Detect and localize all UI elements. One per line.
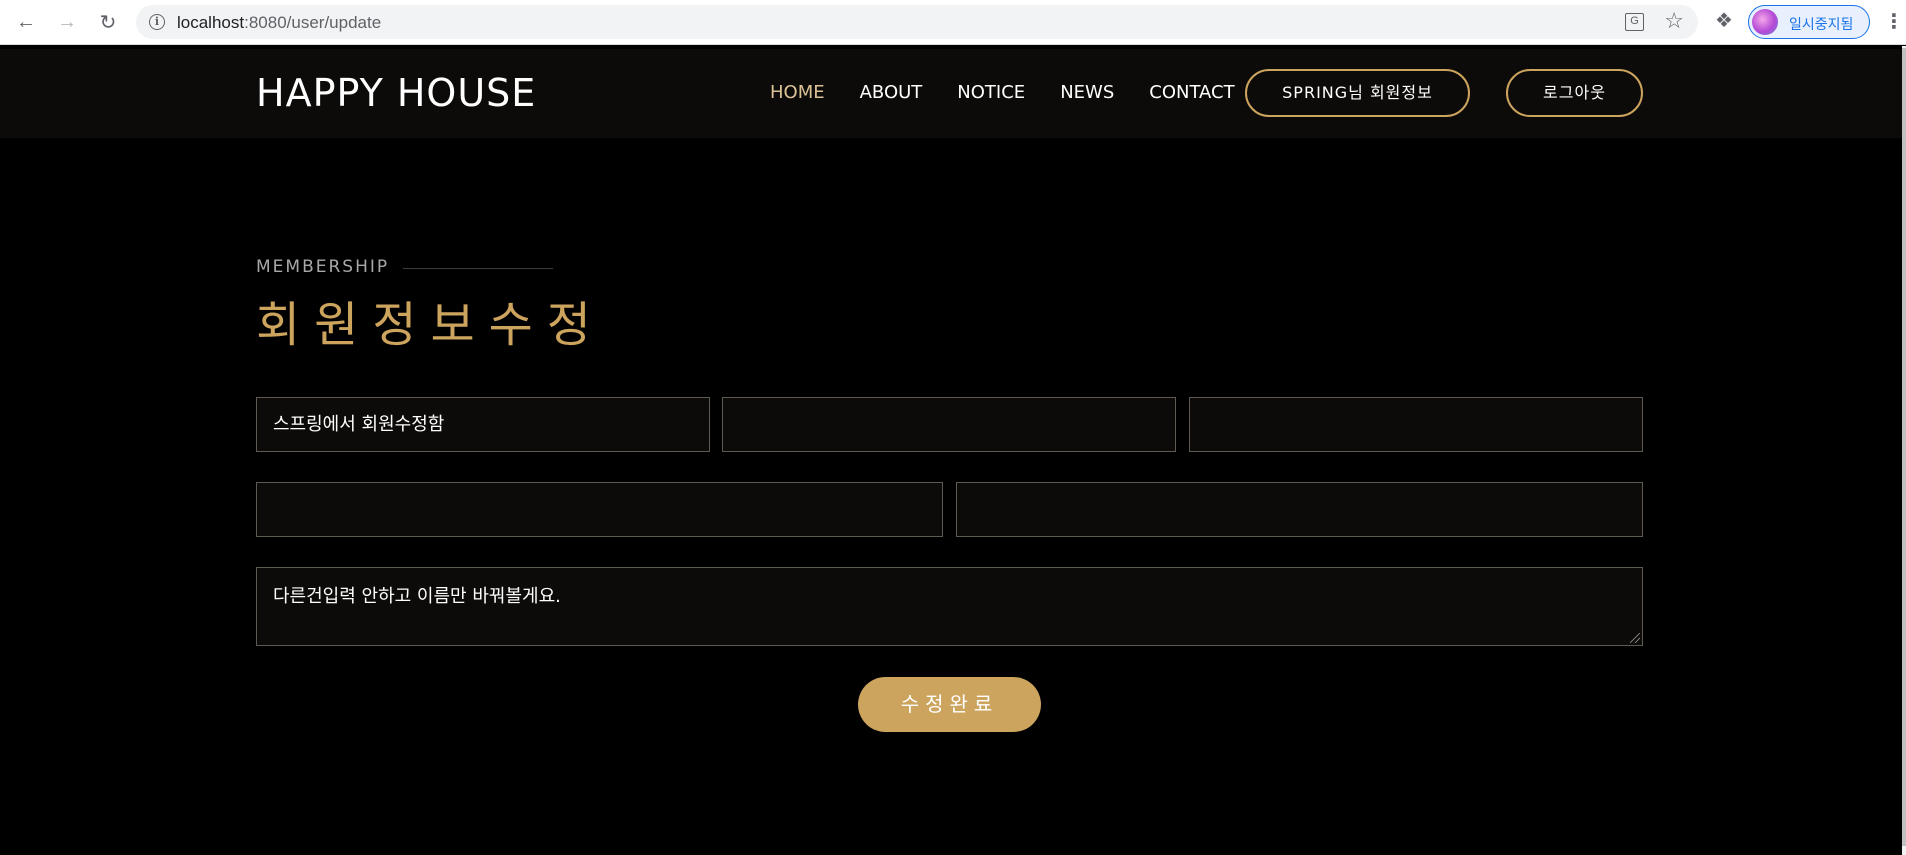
nav-about[interactable]: ABOUT bbox=[860, 82, 923, 103]
forward-icon[interactable]: → bbox=[54, 9, 80, 35]
scrollbar-thumb[interactable] bbox=[1902, 48, 1906, 846]
main-nav: HOME ABOUT NOTICE NEWS CONTACT bbox=[770, 82, 1270, 103]
nav-home[interactable]: HOME bbox=[770, 82, 825, 103]
browser-toolbar: ← → ↻ i localhost:8080/user/update G ☆ ❖… bbox=[0, 0, 1906, 45]
input-field-3[interactable] bbox=[1189, 397, 1643, 452]
nav-news[interactable]: NEWS bbox=[1060, 82, 1114, 103]
avatar bbox=[1752, 9, 1778, 35]
scrollbar[interactable] bbox=[1902, 46, 1906, 855]
url-host: localhost bbox=[177, 13, 245, 32]
submit-button[interactable]: 수정완료 bbox=[858, 677, 1041, 732]
back-icon[interactable]: ← bbox=[13, 9, 39, 35]
message-text: 다른건입력 안하고 이름만 바꿔볼게요. bbox=[273, 586, 561, 607]
translate-icon[interactable]: G bbox=[1625, 13, 1644, 31]
message-textarea[interactable]: 다른건입력 안하고 이름만 바꿔볼게요. bbox=[256, 567, 1643, 646]
user-info-button[interactable]: SPRING님 회원정보 bbox=[1245, 69, 1470, 117]
nav-contact[interactable]: CONTACT bbox=[1149, 82, 1234, 103]
info-icon[interactable]: i bbox=[149, 14, 165, 30]
name-input[interactable]: 스프링에서 회원수정함 bbox=[256, 397, 710, 452]
input-field-2[interactable] bbox=[722, 397, 1176, 452]
profile-button[interactable]: 일시중지됨 bbox=[1748, 5, 1870, 39]
logout-button[interactable]: 로그아웃 bbox=[1506, 69, 1643, 117]
section-subtitle: MEMBERSHIP bbox=[256, 257, 390, 277]
profile-label: 일시중지됨 bbox=[1789, 17, 1854, 33]
section-divider bbox=[403, 268, 553, 269]
nav-notice[interactable]: NOTICE bbox=[957, 82, 1025, 103]
resize-handle[interactable] bbox=[1630, 633, 1640, 643]
page-title: 회원정보수정 bbox=[256, 297, 605, 353]
extensions-icon[interactable]: ❖ bbox=[1713, 10, 1735, 32]
input-field-4[interactable] bbox=[256, 482, 943, 537]
site-logo[interactable]: HAPPY HOUSE bbox=[256, 71, 536, 115]
input-field-5[interactable] bbox=[956, 482, 1643, 537]
url-text[interactable]: localhost:8080/user/update bbox=[177, 13, 381, 33]
url-path: :8080/user/update bbox=[244, 13, 382, 32]
reload-icon[interactable]: ↻ bbox=[95, 9, 121, 35]
star-icon[interactable]: ☆ bbox=[1664, 9, 1684, 33]
menu-icon[interactable]: ⋮ bbox=[1884, 8, 1904, 36]
address-bar[interactable]: i localhost:8080/user/update G ☆ bbox=[136, 5, 1698, 39]
site-header: HAPPY HOUSE HOME ABOUT NOTICE NEWS CONTA… bbox=[0, 49, 1902, 138]
